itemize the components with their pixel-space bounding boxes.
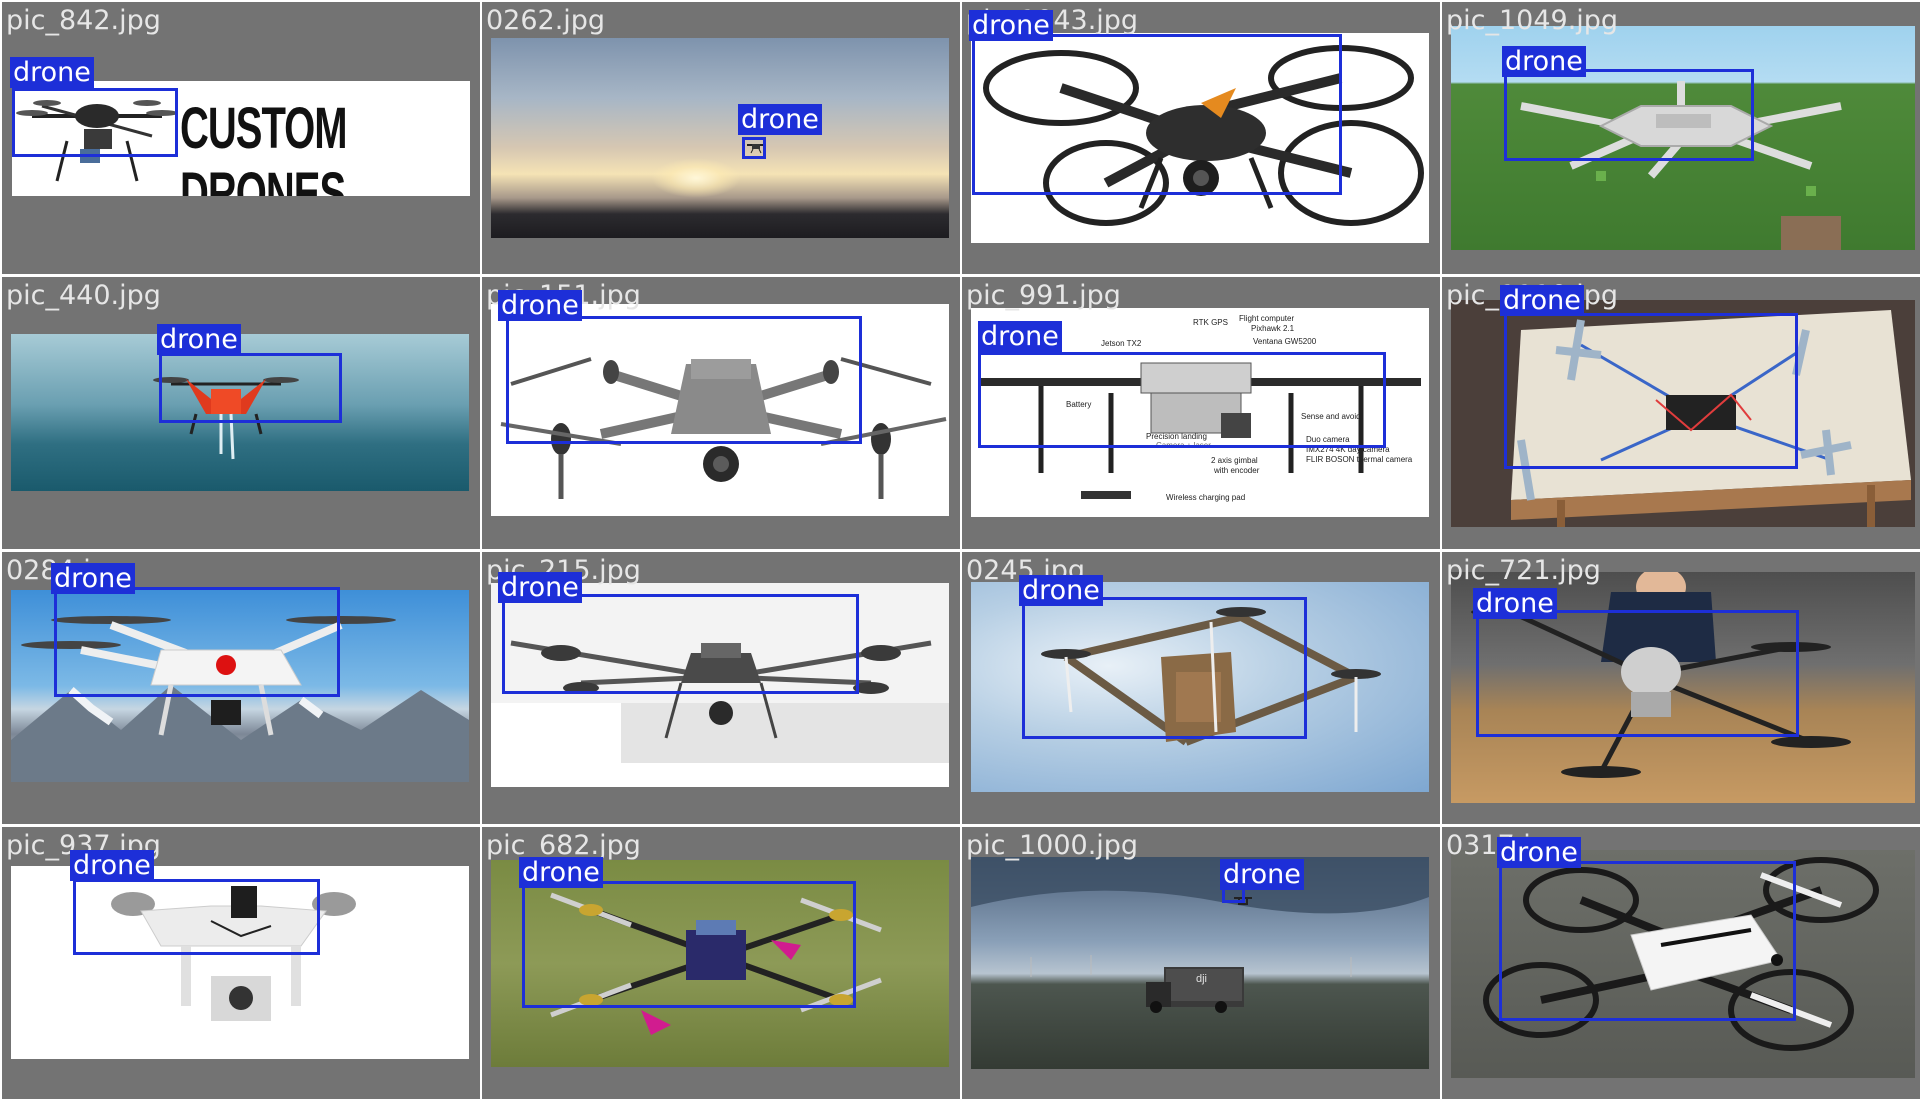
detection-box [506, 316, 862, 444]
detection-box [1022, 597, 1307, 739]
annotation: FLIR BOSON thermal camera [1306, 455, 1413, 464]
annotation: RTK GPS [1193, 318, 1228, 327]
tile-pic-721[interactable]: pic_721.jpg drone [1442, 552, 1920, 824]
detection-box [978, 352, 1386, 448]
detection-box [1499, 861, 1796, 1021]
filename-label: pic_991.jpg [966, 280, 1121, 311]
detection-box [972, 34, 1342, 195]
detection-label: drone [519, 857, 603, 888]
filename-label: 0262.jpg [486, 5, 606, 36]
detection-label: drone [1220, 859, 1304, 890]
detection-label: drone [1502, 46, 1586, 77]
detection-box [502, 594, 859, 694]
detection-box [1504, 313, 1798, 469]
filename-label: pic_440.jpg [6, 280, 161, 311]
drone-icon [971, 857, 1429, 1013]
photo [491, 38, 949, 238]
tile-pic-1043[interactable]: pic_1043.jpg drone [962, 2, 1440, 274]
detection-box [742, 137, 766, 159]
detection-label: drone [51, 563, 135, 594]
detection-label: drone [1497, 837, 1581, 868]
tile-pic-991[interactable]: pic_991.jpg RTK GPS Flight computer Pixh… [962, 277, 1440, 549]
tile-0245[interactable]: 0245.jpg drone [962, 552, 1440, 824]
detection-label: drone [1473, 588, 1557, 619]
detection-label: drone [1019, 575, 1103, 606]
detection-box [1476, 610, 1799, 737]
tile-pic-842[interactable]: pic_842.jpg CUSTOM DRONES drone [2, 2, 480, 274]
tile-pic-1049[interactable]: pic_1049.jpg drone [1442, 2, 1920, 274]
tile-0317[interactable]: 0317.jpg drone [1442, 827, 1920, 1099]
annotation: 2 axis gimbal [1211, 456, 1258, 465]
tile-0284[interactable]: 0284.jpg drone [2, 552, 480, 824]
tile-pic-215[interactable]: pic_215.jpg drone [482, 552, 960, 824]
logo-text: CUSTOM DRONES [180, 97, 348, 196]
filename-label: pic_1049.jpg [1446, 5, 1619, 36]
detection-label: drone [1500, 285, 1584, 316]
detection-label: drone [70, 850, 154, 881]
detection-box [73, 879, 320, 955]
detection-label: drone [10, 57, 94, 88]
detection-label: drone [498, 290, 582, 321]
detection-box [1504, 69, 1754, 161]
detection-label: drone [498, 572, 582, 603]
detection-label: drone [978, 321, 1062, 352]
annotation: Wireless charging pad [1166, 493, 1246, 502]
detection-box [54, 587, 340, 697]
detection-label: drone [157, 324, 241, 355]
tile-pic-151[interactable]: pic_151.jpg drone [482, 277, 960, 549]
annotation: Ventana GW5200 [1253, 337, 1317, 346]
image-grid: pic_842.jpg CUSTOM DRONES drone 0262.jpg [0, 0, 1920, 1100]
detection-label: drone [738, 104, 822, 135]
filename-label: pic_721.jpg [1446, 555, 1601, 586]
detection-box [159, 353, 342, 423]
tile-pic-1110[interactable]: pic_1110.jpg drone [1442, 277, 1920, 549]
detection-box [522, 881, 856, 1008]
annotation: Flight computer [1239, 314, 1295, 323]
tile-pic-440[interactable]: pic_440.jpg drone [2, 277, 480, 549]
detection-label: drone [969, 10, 1053, 41]
annotation: Jetson TX2 [1101, 339, 1142, 348]
tile-pic-937[interactable]: pic_937.jpg drone [2, 827, 480, 1099]
tile-0262[interactable]: 0262.jpg drone [482, 2, 960, 274]
tile-pic-682[interactable]: pic_682.jpg drone [482, 827, 960, 1099]
annotation: with encoder [1214, 466, 1260, 475]
photo: dji [971, 857, 1429, 1069]
tile-pic-1000[interactable]: pic_1000.jpg dji drone [962, 827, 1440, 1099]
filename-label: pic_842.jpg [6, 5, 161, 36]
detection-box [12, 88, 178, 157]
annotation: Pixhawk 2.1 [1251, 324, 1295, 333]
truck-logo-text: dji [1196, 973, 1208, 985]
filename-label: pic_1000.jpg [966, 830, 1139, 861]
